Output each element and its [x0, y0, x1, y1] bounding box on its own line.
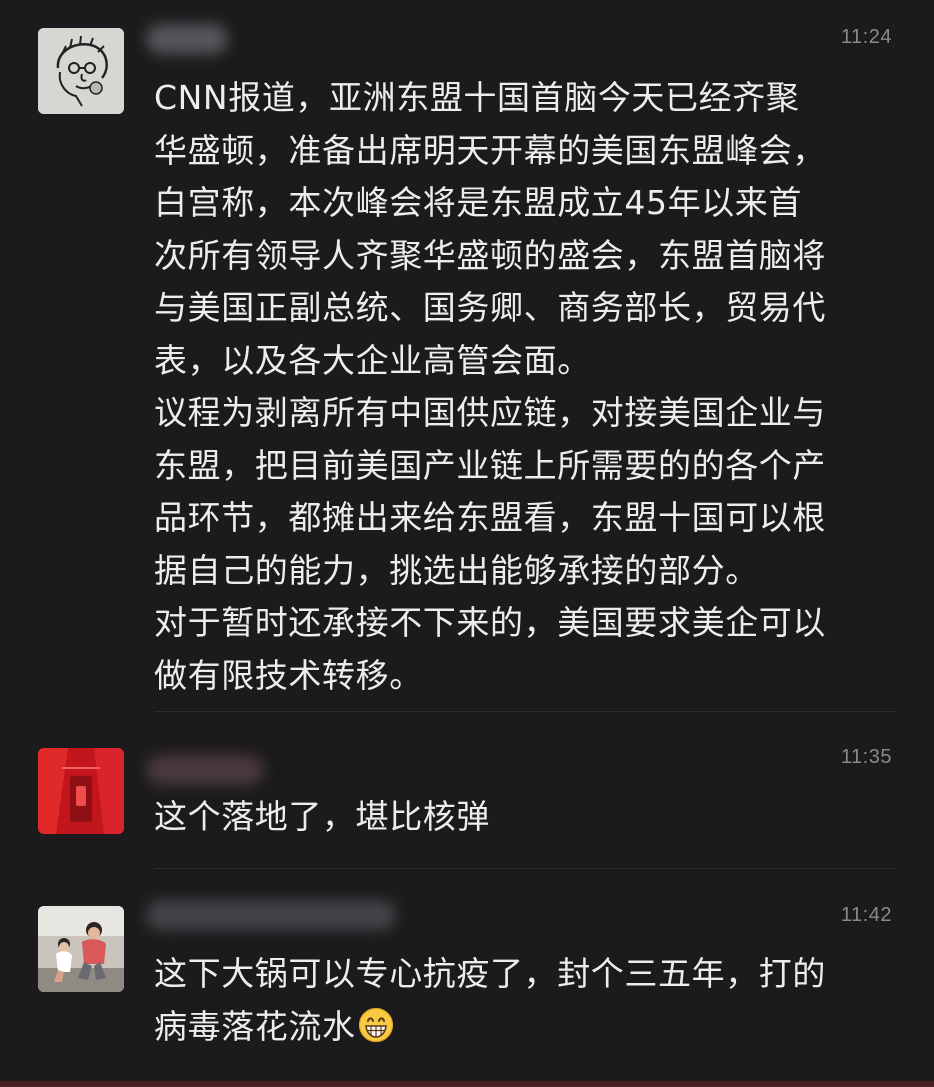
sender-name-redacted	[146, 24, 228, 54]
message-line: 品环节，都摊出来给东盟看，东盟十国可以根	[154, 498, 826, 537]
message-line-text: 病毒落花流水	[154, 1006, 356, 1046]
message-text[interactable]: CNN报道，亚洲东盟十国首脑今天已经齐聚 华盛顿，准备出席明天开幕的美国东盟峰会…	[154, 72, 899, 702]
message-line: 次所有领导人齐聚华盛顿的盛会，东盟首脑将	[154, 235, 826, 275]
message-line: 表，以及各大企业高管会面。	[154, 340, 591, 380]
message-line: 据自己的能力，挑选出能够承接的部分。	[154, 550, 759, 590]
message-line: 这个落地了，堪比核弹	[154, 797, 490, 836]
message-text[interactable]: 这个落地了，堪比核弹	[154, 791, 899, 844]
message-line: 病毒落花流水	[154, 1001, 899, 1059]
chat-screen: 11:24 CNN报道，亚洲东盟十国首脑今天已经齐聚 华盛顿，准备出席明天开幕的…	[0, 0, 934, 1087]
message-line: 做有限技术转移。	[154, 655, 423, 695]
sender-avatar[interactable]	[38, 28, 124, 114]
sender-name-redacted	[146, 755, 264, 785]
message-line: 对于暂时还承接不下来的，美国要求美企可以	[154, 603, 826, 642]
message-line: 与美国正副总统、国务卿、商务部长，贸易代	[154, 288, 826, 327]
bottom-edge-bar	[0, 1081, 934, 1087]
sender-avatar[interactable]	[38, 906, 124, 992]
message-timestamp: 11:24	[840, 26, 892, 48]
message-line: 议程为剥离所有中国供应链，对接美国企业与	[154, 393, 826, 432]
family-photo-avatar-icon	[38, 906, 124, 992]
message-line: 东盟，把目前美国产业链上所需要的的各个产	[154, 445, 826, 485]
sender-avatar[interactable]	[38, 748, 124, 834]
message-divider	[154, 711, 896, 712]
message-line: 这下大锅可以专心抗疫了，封个三五年，打的	[154, 954, 826, 993]
message-divider	[154, 868, 896, 869]
grinning-face-emoji	[358, 1006, 394, 1059]
message-line: 白宫称，本次峰会将是东盟成立45年以来首	[154, 183, 802, 222]
message-line: 华盛顿，准备出席明天开幕的美国东盟峰会，	[154, 130, 826, 170]
message-timestamp: 11:35	[840, 746, 892, 768]
red-abstract-avatar-icon	[38, 748, 124, 834]
message-line: CNN报道，亚洲东盟十国首脑今天已经齐聚	[154, 78, 800, 117]
message-text[interactable]: 这下大锅可以专心抗疫了，封个三五年，打的 病毒落花流水	[154, 948, 899, 1058]
sender-name-redacted	[146, 900, 396, 930]
sketch-portrait-avatar-icon	[38, 28, 124, 114]
message-timestamp: 11:42	[840, 904, 892, 926]
